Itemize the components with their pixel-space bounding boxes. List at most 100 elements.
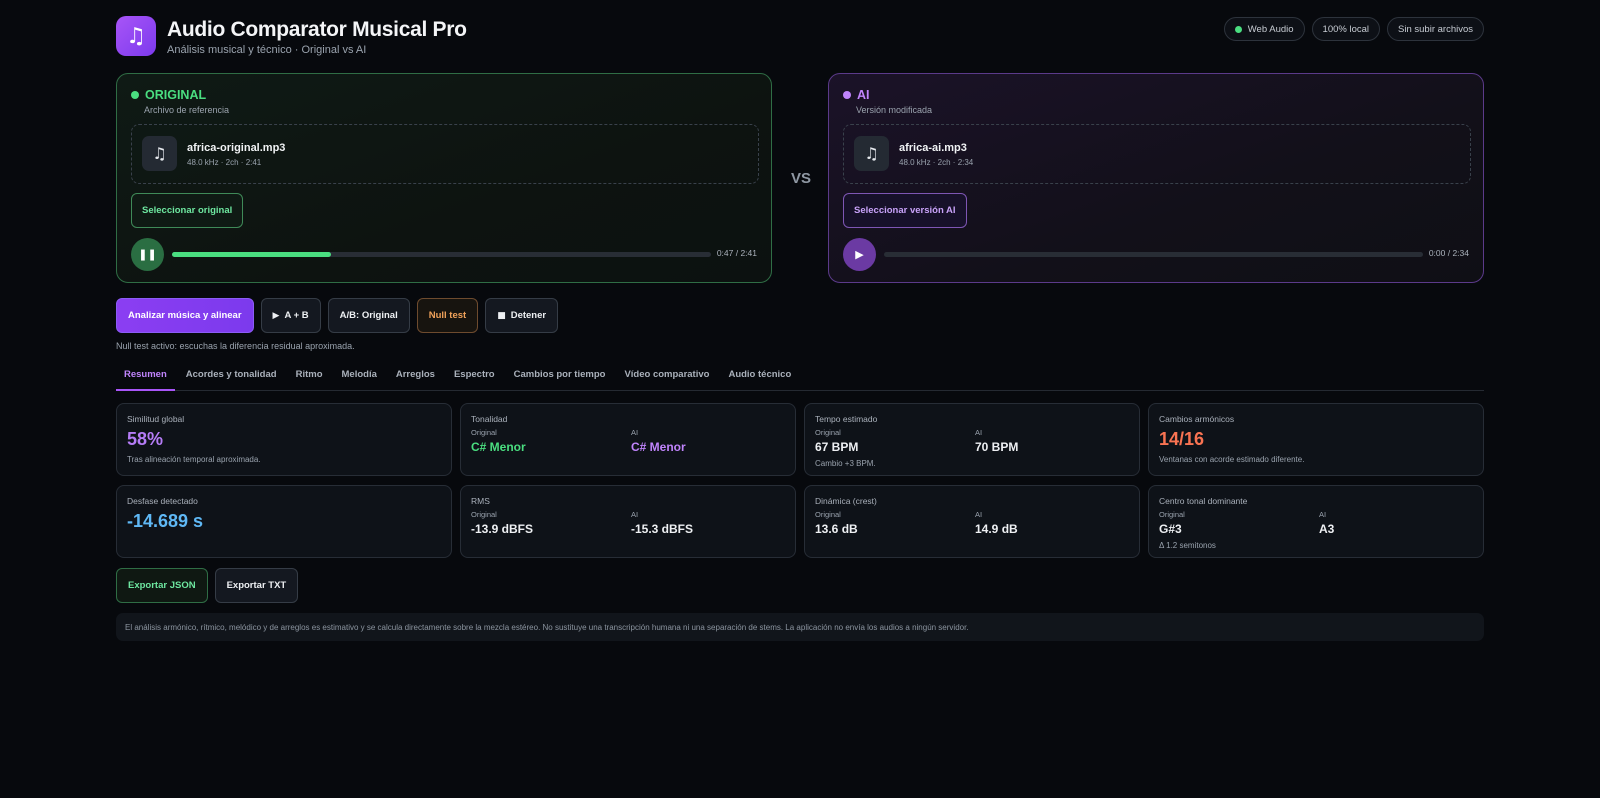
tab-espectro[interactable]: Espectro	[446, 361, 503, 391]
music-note-icon: ♫	[116, 16, 156, 56]
app-title: Audio Comparator Musical Pro	[167, 18, 467, 41]
key-ai-col: AI C# Menor	[631, 428, 686, 454]
stop-icon: ■	[497, 310, 506, 321]
original-pause-button[interactable]: ❚❚	[131, 238, 164, 271]
original-title: ORIGINAL	[145, 88, 207, 102]
dynamics-original-value: 13.6 dB	[815, 522, 858, 536]
action-bar: Analizar música y alinear ▶ A + B A/B: O…	[116, 298, 559, 333]
ai-dot-icon	[843, 91, 851, 99]
tonal-ai-value: A3	[1319, 522, 1335, 536]
ai-progress-track[interactable]	[884, 252, 1423, 257]
card-note: Ventanas con acorde estimado diferente.	[1159, 455, 1305, 464]
tempo-original-col: Original 67 BPM	[815, 428, 858, 454]
play-ab-label: A + B	[284, 310, 309, 321]
tab-ritmo[interactable]: Ritmo	[288, 361, 331, 391]
analyze-button[interactable]: Analizar música y alinear	[116, 298, 254, 333]
key-ai-value: C# Menor	[631, 440, 686, 454]
export-json-button[interactable]: Exportar JSON	[116, 568, 208, 603]
rms-ai-value: -15.3 dBFS	[631, 522, 694, 536]
offset-value: -14.689 s	[127, 511, 204, 531]
key-original-value: C# Menor	[471, 440, 526, 454]
ai-title: AI	[857, 88, 870, 102]
col-head: AI	[631, 428, 639, 437]
pause-icon: ❚❚	[138, 248, 157, 261]
original-panel: ORIGINAL Archivo de referencia ♫ africa-…	[116, 73, 772, 283]
card-label: Cambios armónicos	[1159, 414, 1235, 424]
rms-ai-col: AI -15.3 dBFS	[631, 510, 693, 536]
tab-cambios[interactable]: Cambios por tiempo	[506, 361, 614, 391]
dynamics-ai-value: 14.9 dB	[975, 522, 1018, 536]
tab-arreglos[interactable]: Arreglos	[388, 361, 443, 391]
badge-no-upload: Sin subir archivos	[1387, 17, 1484, 41]
original-progress-fill	[172, 252, 331, 257]
select-ai-button[interactable]: Seleccionar versión AI	[843, 193, 967, 228]
export-bar: Exportar JSON Exportar TXT	[116, 568, 299, 603]
badge-web-audio: Web Audio	[1223, 17, 1305, 41]
tab-acordes[interactable]: Acordes y tonalidad	[178, 361, 285, 391]
tab-bar: Resumen Acordes y tonalidad Ritmo Melodí…	[116, 361, 1484, 391]
card-note: Tras alineación temporal aproximada.	[127, 455, 261, 464]
original-time: 0:47 / 2:41	[716, 248, 757, 258]
dynamics-ai-col: AI 14.9 dB	[975, 510, 1018, 536]
tonal-original-value: G#3	[1159, 522, 1182, 536]
ai-time: 0:00 / 2:34	[1428, 248, 1469, 258]
col-head: Original	[815, 510, 841, 519]
tempo-ai-col: AI 70 BPM	[975, 428, 1018, 454]
original-description: Archivo de referencia	[144, 105, 230, 115]
card-tonal-center: Centro tonal dominante Original G#3 AI A…	[1148, 485, 1484, 558]
tonal-note: Δ 1.2 semitonos	[1159, 541, 1216, 550]
null-test-button[interactable]: Null test	[416, 298, 479, 333]
app-subtitle: Análisis musical y técnico · Original vs…	[167, 44, 367, 56]
tab-video[interactable]: Vídeo comparativo	[616, 361, 717, 391]
tab-audio-tecnico[interactable]: Audio técnico	[720, 361, 799, 391]
col-head: AI	[975, 510, 983, 519]
card-label: RMS	[471, 496, 490, 506]
card-label: Dinámica (crest)	[815, 496, 877, 506]
tonal-ai-col: AI A3	[1319, 510, 1334, 536]
tab-melodia[interactable]: Melodía	[334, 361, 385, 391]
select-original-button[interactable]: Seleccionar original	[131, 193, 244, 228]
music-file-icon: ♫	[854, 136, 889, 171]
rms-original-col: Original -13.9 dBFS	[471, 510, 533, 536]
null-test-note: Null test activo: escuchas la diferencia…	[116, 341, 355, 351]
col-head: AI	[975, 428, 983, 437]
card-tempo: Tempo estimado Original 67 BPM AI 70 BPM…	[804, 403, 1140, 476]
play-icon: ▶	[855, 248, 864, 261]
col-head: Original	[471, 428, 497, 437]
col-head: Original	[1159, 510, 1185, 519]
col-head: Original	[815, 428, 841, 437]
tempo-note: Cambio +3 BPM.	[815, 459, 876, 468]
original-dot-icon	[131, 91, 139, 99]
card-label: Centro tonal dominante	[1159, 496, 1248, 506]
summary-cards: Similitud global 58% Tras alineación tem…	[116, 403, 1484, 558]
card-label: Desfase detectado	[127, 496, 198, 506]
card-similarity: Similitud global 58% Tras alineación tem…	[116, 403, 452, 476]
music-file-icon: ♫	[142, 136, 177, 171]
col-head: AI	[1319, 510, 1327, 519]
stop-button[interactable]: ■ Detener	[485, 298, 559, 333]
tab-resumen[interactable]: Resumen	[116, 361, 175, 391]
app-header: ♫ Audio Comparator Musical Pro Análisis …	[116, 16, 1484, 60]
ai-play-button[interactable]: ▶	[843, 238, 876, 271]
original-file-dropzone[interactable]: ♫ africa-original.mp3 48.0 kHz · 2ch · 2…	[131, 124, 759, 184]
ai-file-meta: 48.0 kHz · 2ch · 2:34	[899, 158, 974, 167]
ai-header: AI	[843, 88, 870, 102]
original-progress-track[interactable]	[172, 252, 711, 257]
original-header: ORIGINAL	[131, 88, 206, 102]
col-head: AI	[631, 510, 639, 519]
tempo-ai-value: 70 BPM	[975, 440, 1019, 454]
ai-description: Versión modificada	[856, 105, 933, 115]
harmonic-value: 14/16	[1159, 429, 1205, 449]
play-icon: ▶	[272, 310, 280, 321]
card-offset: Desfase detectado -14.689 s	[116, 485, 452, 558]
ai-file-name: africa-ai.mp3	[899, 142, 967, 154]
export-txt-button[interactable]: Exportar TXT	[214, 568, 299, 603]
header-badges: Web Audio 100% local Sin subir archivos	[1223, 17, 1484, 41]
dynamics-original-col: Original 13.6 dB	[815, 510, 858, 536]
card-label: Similitud global	[127, 414, 185, 424]
play-ab-button[interactable]: ▶ A + B	[260, 298, 321, 333]
card-rms: RMS Original -13.9 dBFS AI -15.3 dBFS	[460, 485, 796, 558]
ai-file-dropzone[interactable]: ♫ africa-ai.mp3 48.0 kHz · 2ch · 2:34	[843, 124, 1471, 184]
ab-toggle-button[interactable]: A/B: Original	[327, 298, 410, 333]
tempo-original-value: 67 BPM	[815, 440, 859, 454]
